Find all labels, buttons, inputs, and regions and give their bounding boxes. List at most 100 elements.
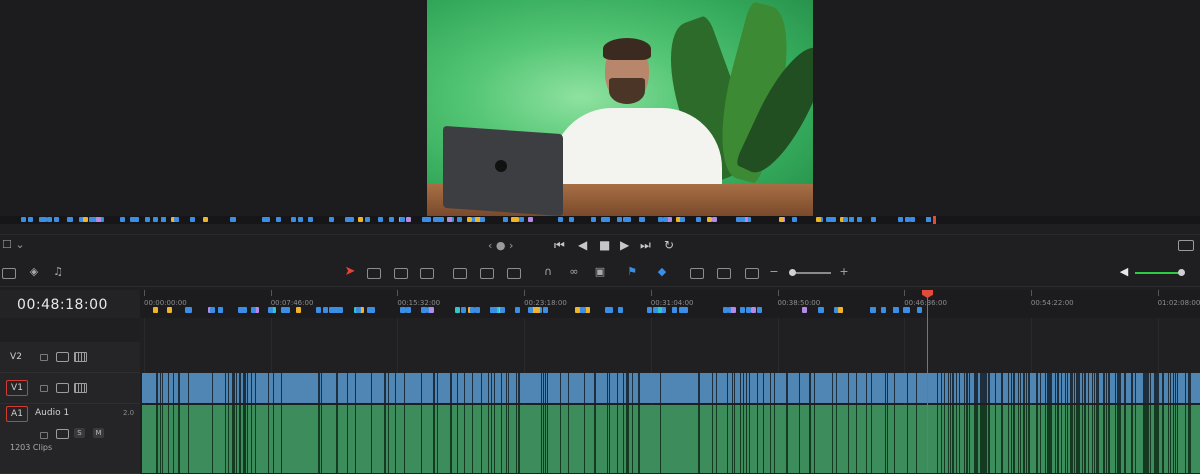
mini-marker[interactable]	[842, 217, 848, 222]
timeline-marker[interactable]	[461, 307, 467, 313]
timeline-marker[interactable]	[585, 307, 591, 313]
timeline-marker[interactable]	[837, 307, 843, 313]
mini-marker[interactable]	[130, 217, 136, 222]
selection-arrow-icon[interactable]: ➤	[342, 265, 358, 279]
mini-marker[interactable]	[329, 217, 335, 222]
mini-marker[interactable]	[95, 217, 101, 222]
trim-tool-icon[interactable]	[367, 268, 381, 279]
zoom-slider-knob[interactable]	[789, 269, 796, 276]
mini-marker[interactable]	[601, 217, 607, 222]
mini-marker[interactable]	[265, 217, 271, 222]
mini-marker[interactable]	[348, 217, 354, 222]
timeline-marker[interactable]	[356, 307, 362, 313]
mini-marker[interactable]	[203, 217, 209, 222]
mini-marker[interactable]	[389, 217, 395, 222]
mini-marker[interactable]	[82, 217, 88, 222]
mini-marker[interactable]	[827, 217, 833, 222]
timeline-marker[interactable]	[723, 307, 729, 313]
mini-marker[interactable]	[190, 217, 196, 222]
timeline-marker[interactable]	[580, 307, 586, 313]
mini-timeline-markers[interactable]	[0, 216, 1200, 224]
viewer-zoom-dropdown[interactable]: ☐ ⌄	[2, 238, 25, 251]
timeline-marker[interactable]	[469, 307, 475, 313]
mini-marker[interactable]	[706, 217, 712, 222]
volume-slider[interactable]	[1135, 272, 1180, 274]
timeline-marker[interactable]	[819, 307, 825, 313]
track-area[interactable]	[140, 318, 1200, 473]
mini-marker[interactable]	[67, 217, 73, 222]
mini-marker[interactable]	[680, 217, 686, 222]
voiceover-mic-icon[interactable]: ♫	[50, 265, 66, 279]
a1-clips[interactable]	[142, 405, 1200, 473]
mini-marker[interactable]	[639, 217, 645, 222]
zoom-out-button[interactable]: −	[766, 265, 782, 279]
timeline-marker[interactable]	[916, 307, 922, 313]
timeline-marker[interactable]	[185, 307, 191, 313]
position-lock-icon[interactable]: ▣	[592, 265, 608, 279]
timeline-marker[interactable]	[322, 307, 328, 313]
timeline-ruler[interactable]: 00:00:00:00 00:07:46:00 00:15:32:00 00:23:1…	[140, 290, 1200, 319]
zoom-detail-icon[interactable]	[717, 268, 731, 279]
track-enable-icon[interactable]	[74, 352, 87, 362]
timeline-marker[interactable]	[332, 307, 338, 313]
mini-marker[interactable]	[400, 217, 406, 222]
mini-marker[interactable]	[897, 217, 903, 222]
mini-marker[interactable]	[926, 217, 932, 222]
zoom-in-button[interactable]: +	[836, 265, 852, 279]
mini-marker[interactable]	[426, 217, 432, 222]
timeline-marker[interactable]	[295, 307, 301, 313]
mini-marker[interactable]	[145, 217, 151, 222]
track-id-v1[interactable]: V1	[6, 380, 28, 396]
timeline-marker[interactable]	[454, 307, 460, 313]
mini-marker[interactable]	[466, 217, 472, 222]
play-button[interactable]: ▶	[620, 238, 629, 252]
mini-marker[interactable]	[527, 217, 533, 222]
mini-marker[interactable]	[590, 217, 596, 222]
play-reverse-button[interactable]: ◀	[578, 238, 587, 252]
timeline-marker[interactable]	[153, 307, 159, 313]
timeline-marker[interactable]	[534, 307, 540, 313]
mini-marker[interactable]	[134, 217, 140, 222]
mini-marker[interactable]	[518, 217, 524, 222]
mini-playhead[interactable]	[933, 216, 936, 224]
solo-button[interactable]: S	[74, 428, 85, 438]
timeline-marker[interactable]	[400, 307, 406, 313]
mini-marker[interactable]	[119, 217, 125, 222]
timeline-marker[interactable]	[574, 307, 580, 313]
mini-marker[interactable]	[622, 217, 628, 222]
mini-marker[interactable]	[696, 217, 702, 222]
mini-marker[interactable]	[815, 217, 821, 222]
mini-marker[interactable]	[161, 217, 167, 222]
timeline-marker[interactable]	[528, 307, 534, 313]
mini-marker[interactable]	[910, 217, 916, 222]
mini-marker[interactable]	[712, 217, 717, 222]
mini-marker[interactable]	[308, 217, 314, 222]
timeline-marker[interactable]	[210, 307, 216, 313]
timeline-marker[interactable]	[672, 307, 678, 313]
mini-marker[interactable]	[569, 217, 575, 222]
snapping-magnet-icon[interactable]: ∩	[540, 265, 556, 279]
timeline-marker[interactable]	[870, 307, 876, 313]
timeline-marker[interactable]	[166, 307, 172, 313]
mini-marker[interactable]	[663, 217, 669, 222]
v1-clips[interactable]	[142, 373, 1200, 403]
view-options-icon[interactable]: ◈	[26, 265, 42, 279]
go-to-end-button[interactable]: ⏭	[640, 238, 651, 253]
mini-marker[interactable]	[89, 217, 95, 222]
timeline-marker[interactable]	[657, 307, 663, 313]
marker-icon[interactable]: ◆	[654, 265, 670, 279]
fullscreen-icon[interactable]	[1178, 240, 1194, 251]
mute-button[interactable]: M	[93, 428, 104, 438]
timeline-marker[interactable]	[652, 307, 658, 313]
timeline-marker[interactable]	[421, 307, 427, 313]
track-id-a1[interactable]: A1	[6, 406, 28, 422]
timeline-marker[interactable]	[739, 307, 745, 313]
zoom-full-icon[interactable]	[690, 268, 704, 279]
blade-tool-icon[interactable]	[420, 268, 434, 279]
timeline-marker[interactable]	[801, 307, 807, 313]
timeline-marker[interactable]	[315, 307, 321, 313]
mini-marker[interactable]	[357, 217, 363, 222]
mini-marker[interactable]	[20, 217, 26, 222]
mini-marker[interactable]	[857, 217, 863, 222]
timeline-marker[interactable]	[647, 307, 653, 313]
